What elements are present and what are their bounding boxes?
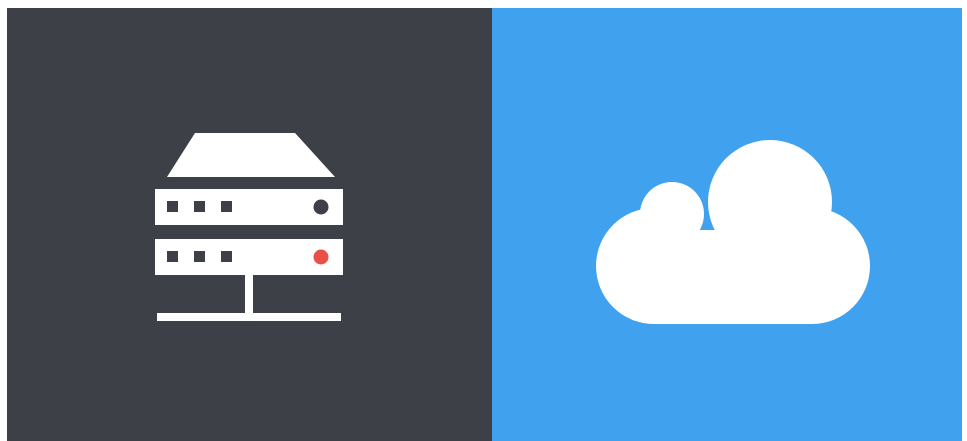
- drive-slot: [194, 251, 205, 262]
- drive-slot: [221, 251, 232, 262]
- server-unit-lower: [155, 239, 343, 275]
- drive-slot: [167, 201, 178, 212]
- network-stem: [245, 275, 253, 313]
- cloud-icon: [596, 140, 870, 324]
- server-unit-upper: [155, 189, 343, 225]
- comparison-banner: [0, 0, 967, 441]
- network-base: [157, 313, 341, 321]
- on-premise-panel: [7, 8, 492, 441]
- alert-led-icon: [313, 249, 329, 265]
- server-rack-icon: [155, 133, 343, 321]
- cloud-panel: [492, 8, 962, 441]
- drive-slot: [194, 201, 205, 212]
- server-top-cap: [167, 133, 335, 177]
- drive-slot: [167, 251, 178, 262]
- drive-slot: [221, 201, 232, 212]
- status-led-icon: [313, 199, 329, 215]
